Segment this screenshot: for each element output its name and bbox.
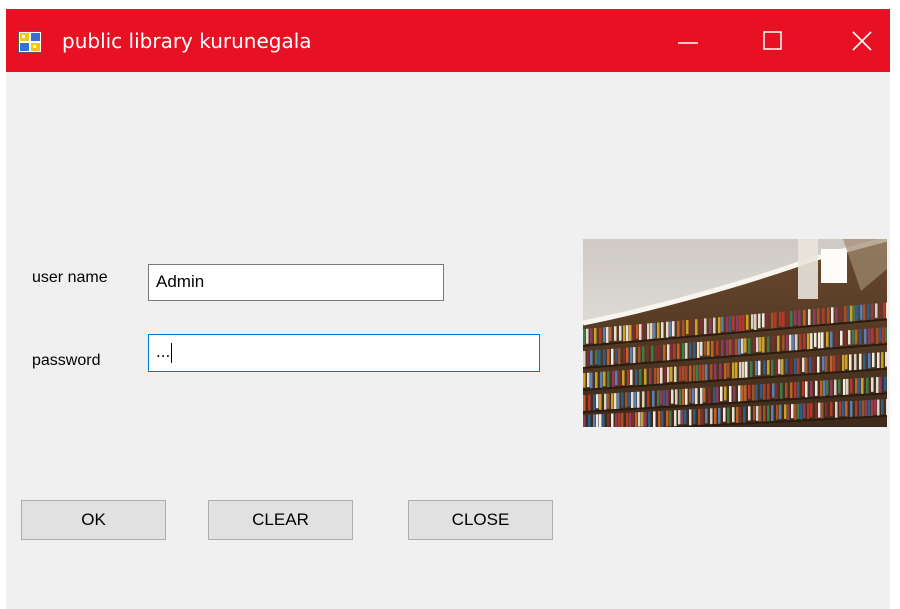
maximize-button[interactable] xyxy=(743,9,803,72)
username-value: Admin xyxy=(156,272,205,291)
maximize-icon xyxy=(763,31,782,50)
minimize-icon xyxy=(678,42,698,44)
minimize-button[interactable] xyxy=(658,9,718,72)
username-label: user name xyxy=(32,269,108,286)
library-bookshelves-image xyxy=(583,239,887,427)
clear-button[interactable]: CLEAR xyxy=(208,500,353,540)
login-window: public library kurunegala user name Admi… xyxy=(6,9,890,609)
username-input[interactable]: Admin xyxy=(148,264,444,301)
close-icon xyxy=(852,31,872,51)
ok-button[interactable]: OK xyxy=(21,500,166,540)
title-bar[interactable]: public library kurunegala xyxy=(6,9,890,72)
password-input[interactable]: ... xyxy=(148,334,540,372)
password-value: ... xyxy=(156,342,171,361)
window-title: public library kurunegala xyxy=(62,29,312,53)
password-label: password xyxy=(32,352,101,369)
close-button[interactable]: CLOSE xyxy=(408,500,553,540)
app-form-icon[interactable] xyxy=(18,31,42,53)
text-caret xyxy=(171,342,173,363)
close-window-button[interactable] xyxy=(832,9,890,72)
